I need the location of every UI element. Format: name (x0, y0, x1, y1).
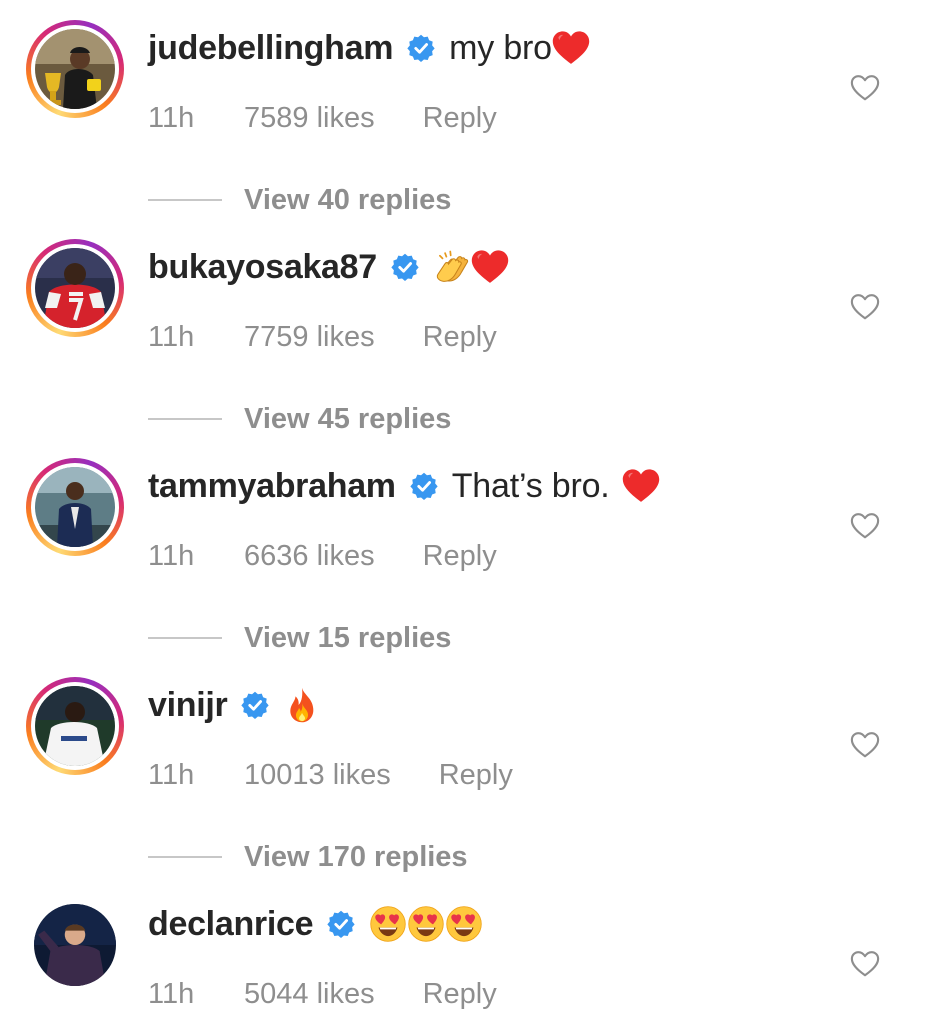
comment-meta: 11h 5044 likes Reply (148, 974, 497, 1014)
avatar-photo-suit-icon (35, 467, 115, 547)
reply-button[interactable]: Reply (423, 978, 497, 1011)
verified-badge-icon (407, 34, 435, 62)
view-replies-label: View 40 replies (244, 183, 452, 216)
comment-header: vinijr (148, 683, 321, 727)
divider (148, 637, 222, 639)
comment-item: bukayosaka87 11h 7759 likes Reply View 4… (0, 239, 929, 439)
reply-button[interactable]: Reply (423, 321, 497, 354)
like-heart-icon[interactable] (850, 74, 880, 102)
divider (148, 856, 222, 858)
clapping-hands-icon (433, 248, 471, 286)
red-heart-icon (622, 467, 660, 505)
username[interactable]: judebellingham (148, 29, 393, 68)
comment-meta: 11h 7589 likes Reply (148, 98, 497, 138)
timestamp: 11h (148, 758, 195, 791)
avatar[interactable] (26, 458, 124, 556)
avatar[interactable] (26, 677, 124, 775)
comment-meta: 11h 7759 likes Reply (148, 317, 497, 357)
username[interactable]: vinijr (148, 686, 228, 725)
like-count[interactable]: 7589 likes (244, 102, 375, 135)
username[interactable]: declanrice (148, 905, 314, 944)
reply-button[interactable]: Reply (423, 540, 497, 573)
timestamp: 11h (148, 320, 195, 353)
like-count[interactable]: 10013 likes (244, 759, 391, 792)
comment-header: declanrice (148, 902, 483, 946)
like-count[interactable]: 7759 likes (244, 321, 375, 354)
view-replies-label: View 15 replies (244, 621, 452, 654)
like-count[interactable]: 6636 likes (244, 540, 375, 573)
username[interactable]: bukayosaka87 (148, 248, 377, 287)
red-heart-icon (552, 29, 590, 67)
comment-header: judebellingham my bro (148, 26, 590, 70)
view-replies-label: View 170 replies (244, 840, 468, 873)
comment-meta: 11h 10013 likes Reply (148, 755, 513, 795)
comment-item: tammyabraham That’s bro. 11h 6636 likes … (0, 458, 929, 658)
view-replies-button[interactable]: View 15 replies (148, 618, 451, 658)
view-replies-button[interactable]: View 45 replies (148, 399, 451, 439)
avatar[interactable] (26, 20, 124, 118)
heart-eyes-icon (369, 905, 407, 943)
like-count[interactable]: 5044 likes (244, 978, 375, 1011)
red-heart-icon (471, 248, 509, 286)
comment-item: judebellingham my bro 11h 7589 likes Rep… (0, 20, 929, 220)
verified-badge-icon (241, 691, 269, 719)
avatar-photo-jersey-7-icon (35, 248, 115, 328)
timestamp: 11h (148, 101, 195, 134)
comment-header: tammyabraham That’s bro. (148, 464, 660, 508)
timestamp: 11h (148, 977, 195, 1010)
comment-item: declanrice 11h 5044 likes Reply (0, 896, 929, 1024)
avatar-photo-trophy-icon (35, 29, 115, 109)
reply-button[interactable]: Reply (439, 759, 513, 792)
comment-text: That’s bro. (451, 466, 610, 505)
heart-eyes-icon (445, 905, 483, 943)
heart-eyes-icon (407, 905, 445, 943)
divider (148, 199, 222, 201)
comment-text: my bro (449, 28, 552, 67)
divider (148, 418, 222, 420)
verified-badge-icon (327, 910, 355, 938)
view-replies-button[interactable]: View 170 replies (148, 837, 468, 877)
avatar-photo-white-kit-icon (35, 686, 115, 766)
like-heart-icon[interactable] (850, 731, 880, 759)
comment-meta: 11h 6636 likes Reply (148, 536, 497, 576)
comment-item: vinijr 11h 10013 likes Reply View 170 re… (0, 677, 929, 877)
view-replies-label: View 45 replies (244, 402, 452, 435)
like-heart-icon[interactable] (850, 293, 880, 321)
like-heart-icon[interactable] (850, 512, 880, 540)
verified-badge-icon (391, 253, 419, 281)
avatar[interactable] (26, 239, 124, 337)
like-heart-icon[interactable] (850, 950, 880, 978)
username[interactable]: tammyabraham (148, 467, 396, 506)
timestamp: 11h (148, 539, 195, 572)
verified-badge-icon (410, 472, 438, 500)
avatar-photo-celebration-icon (34, 904, 116, 986)
fire-icon (283, 686, 321, 724)
avatar[interactable] (26, 896, 124, 994)
view-replies-button[interactable]: View 40 replies (148, 180, 451, 220)
reply-button[interactable]: Reply (423, 102, 497, 135)
comment-header: bukayosaka87 (148, 245, 509, 289)
